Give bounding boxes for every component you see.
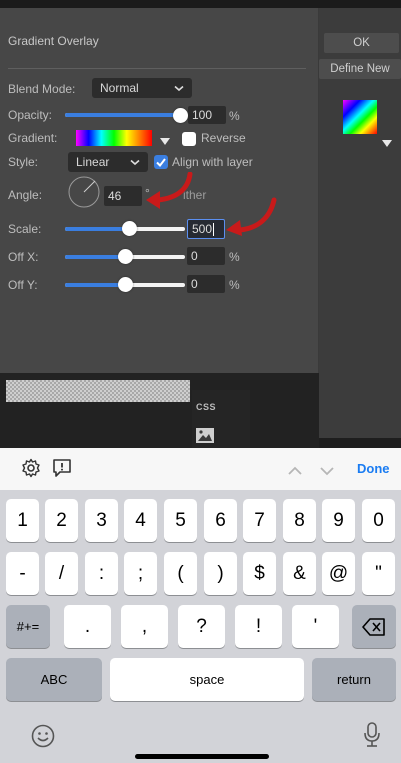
offset-y-slider-thumb[interactable]: [118, 277, 133, 292]
style-label: Style:: [8, 155, 39, 169]
key-colon[interactable]: :: [85, 552, 118, 595]
key-dollar[interactable]: $: [243, 552, 276, 595]
key-4[interactable]: 4: [124, 499, 157, 542]
style-value: Linear: [76, 155, 110, 169]
offset-x-input[interactable]: 0: [187, 247, 225, 265]
angle-input[interactable]: 46: [104, 186, 142, 206]
gradient-dropdown-icon[interactable]: [160, 133, 170, 151]
swatch-dropdown-icon[interactable]: [382, 135, 392, 153]
done-button[interactable]: Done: [357, 461, 390, 476]
title-divider: [8, 68, 306, 69]
key-7[interactable]: 7: [243, 499, 276, 542]
opacity-input[interactable]: 100: [188, 106, 226, 124]
backspace-icon: [362, 617, 385, 636]
offset-y-unit: %: [229, 278, 240, 292]
offset-x-slider-fill: [65, 255, 125, 259]
settings-gear-icon[interactable]: [21, 458, 41, 483]
gradient-label: Gradient:: [8, 131, 58, 145]
panel-title: Gradient Overlay: [8, 34, 99, 48]
gradient-preview[interactable]: [76, 130, 152, 146]
angle-label: Angle:: [8, 188, 43, 202]
offset-x-slider-thumb[interactable]: [118, 249, 133, 264]
key-5[interactable]: 5: [164, 499, 197, 542]
scale-value: 500: [192, 222, 213, 236]
key-more-symbols[interactable]: #+=: [6, 605, 50, 648]
key-open-paren[interactable]: (: [164, 552, 197, 595]
offset-x-unit: %: [229, 250, 240, 264]
scale-input[interactable]: 500: [187, 219, 225, 239]
key-hyphen[interactable]: -: [6, 552, 39, 595]
ok-button[interactable]: OK: [324, 33, 399, 53]
key-quote[interactable]: ": [362, 552, 395, 595]
emoji-icon[interactable]: [31, 724, 55, 753]
align-with-layer-label: Align with layer: [172, 155, 253, 169]
chevron-down-icon[interactable]: [320, 463, 334, 481]
offset-x-label: Off X:: [8, 250, 39, 264]
blend-mode-select[interactable]: Normal: [92, 78, 192, 98]
key-6[interactable]: 6: [204, 499, 237, 542]
key-3[interactable]: 3: [85, 499, 118, 542]
key-close-paren[interactable]: ): [204, 552, 237, 595]
offset-y-label: Off Y:: [8, 278, 38, 292]
key-return[interactable]: return: [312, 658, 396, 701]
scale-label: Scale:: [8, 222, 42, 236]
gradient-swatch[interactable]: [343, 100, 377, 134]
key-exclamation[interactable]: !: [235, 605, 282, 648]
opacity-slider-thumb[interactable]: [173, 108, 188, 123]
top-bar: [0, 0, 401, 8]
reverse-checkbox[interactable]: [182, 132, 196, 146]
scale-slider-thumb[interactable]: [122, 221, 137, 236]
key-at[interactable]: @: [322, 552, 355, 595]
key-question[interactable]: ?: [178, 605, 225, 648]
opacity-slider-track[interactable]: [65, 113, 180, 117]
select-chevron-icon: [130, 155, 140, 169]
key-1[interactable]: 1: [6, 499, 39, 542]
offset-y-slider-fill: [65, 283, 125, 287]
key-period[interactable]: .: [64, 605, 111, 648]
key-slash[interactable]: /: [45, 552, 78, 595]
key-space[interactable]: space: [110, 658, 304, 701]
key-2[interactable]: 2: [45, 499, 78, 542]
transparent-canvas: [6, 380, 190, 402]
chevron-up-icon[interactable]: [288, 463, 302, 481]
opacity-slider-fill: [65, 113, 180, 117]
angle-dial[interactable]: [68, 176, 100, 213]
key-0[interactable]: 0: [362, 499, 395, 542]
image-icon[interactable]: [196, 428, 214, 448]
key-comma[interactable]: ,: [121, 605, 168, 648]
blend-mode-label: Blend Mode:: [8, 82, 76, 96]
key-abc[interactable]: ABC: [6, 658, 102, 701]
scale-slider-fill: [65, 227, 129, 231]
key-9[interactable]: 9: [322, 499, 355, 542]
annotation-arrow-icon: [140, 171, 196, 215]
css-tool[interactable]: CSS: [196, 402, 216, 412]
style-select[interactable]: Linear: [68, 152, 148, 172]
define-new-button[interactable]: Define New: [319, 59, 401, 79]
align-with-layer-checkbox[interactable]: [154, 155, 168, 169]
blend-mode-value: Normal: [100, 81, 139, 95]
reverse-label: Reverse: [201, 131, 246, 145]
feedback-icon[interactable]: [52, 458, 72, 483]
key-apostrophe[interactable]: ': [292, 605, 339, 648]
opacity-label: Opacity:: [8, 108, 53, 122]
offset-y-input[interactable]: 0: [187, 275, 225, 293]
checkmark-icon: [156, 158, 166, 168]
home-indicator: [135, 754, 269, 759]
key-8[interactable]: 8: [283, 499, 316, 542]
key-delete[interactable]: [352, 605, 396, 648]
microphone-icon[interactable]: [363, 722, 381, 753]
text-caret: [213, 222, 215, 236]
annotation-arrow-icon: [222, 196, 280, 241]
select-chevron-icon: [174, 81, 184, 95]
key-semicolon[interactable]: ;: [124, 552, 157, 595]
opacity-unit: %: [229, 109, 240, 123]
key-ampersand[interactable]: &: [283, 552, 316, 595]
